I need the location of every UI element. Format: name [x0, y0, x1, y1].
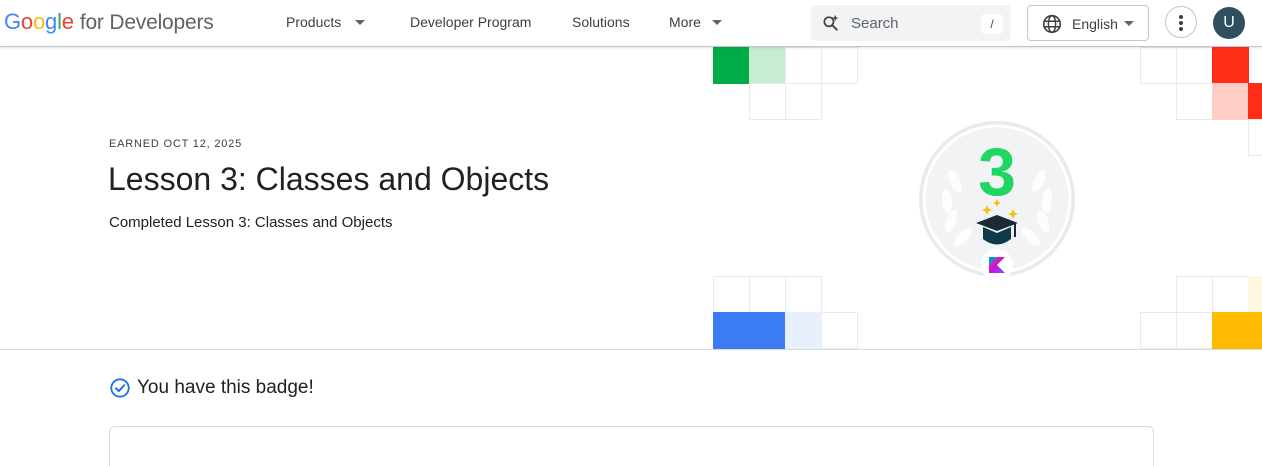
language-label: English — [1072, 16, 1118, 32]
badge-description: Completed Lesson 3: Classes and Objects — [109, 214, 393, 231]
top-bar: Google for Developers Products Developer… — [0, 0, 1262, 47]
kotlin-logo-icon — [981, 249, 1013, 281]
badge-emblem: 3 — [917, 119, 1077, 289]
google-wordmark: Google — [4, 9, 74, 35]
avatar[interactable]: U — [1213, 7, 1245, 39]
nav-solutions-label: Solutions — [572, 14, 630, 30]
google-for-developers-logo[interactable]: Google for Developers — [4, 9, 214, 37]
google-letter: g — [45, 9, 58, 34]
badge-hero: EARNED OCT 12, 2025 Lesson 3: Classes an… — [0, 47, 1262, 350]
chevron-down-icon — [1124, 21, 1134, 26]
globe-icon — [1042, 14, 1062, 34]
more-options-button[interactable] — [1165, 6, 1197, 38]
nav-solutions[interactable]: Solutions — [572, 14, 630, 30]
search-spark-icon — [823, 14, 839, 31]
logo-suffix: for Developers — [79, 11, 214, 34]
google-letter: G — [4, 9, 21, 34]
badge-status-text: You have this badge! — [137, 377, 314, 398]
google-letter: o — [32, 9, 46, 34]
nav-more-label: More — [669, 14, 701, 30]
chevron-down-icon — [711, 19, 722, 25]
search-shortcut-key: / — [981, 14, 1003, 34]
chevron-down-icon — [355, 19, 366, 25]
badge-card — [109, 426, 1154, 466]
language-selector[interactable]: English — [1027, 5, 1149, 41]
google-letter: o — [20, 9, 33, 34]
search-placeholder: Search — [851, 15, 899, 32]
earned-date: EARNED OCT 12, 2025 — [109, 138, 242, 150]
nav-products-label: Products — [286, 14, 342, 30]
nav-more[interactable]: More — [669, 14, 722, 30]
google-letter: e — [61, 9, 74, 34]
page-title: Lesson 3: Classes and Objects — [108, 161, 550, 197]
badge-number: 3 — [978, 134, 1016, 210]
nav-developer-program[interactable]: Developer Program — [410, 14, 531, 30]
badge-status: You have this badge! — [109, 375, 314, 401]
nav-products[interactable]: Products — [286, 14, 366, 30]
nav-developer-program-label: Developer Program — [410, 14, 532, 30]
search-input[interactable]: Search / — [811, 5, 1011, 41]
check-circle-icon — [110, 378, 130, 398]
